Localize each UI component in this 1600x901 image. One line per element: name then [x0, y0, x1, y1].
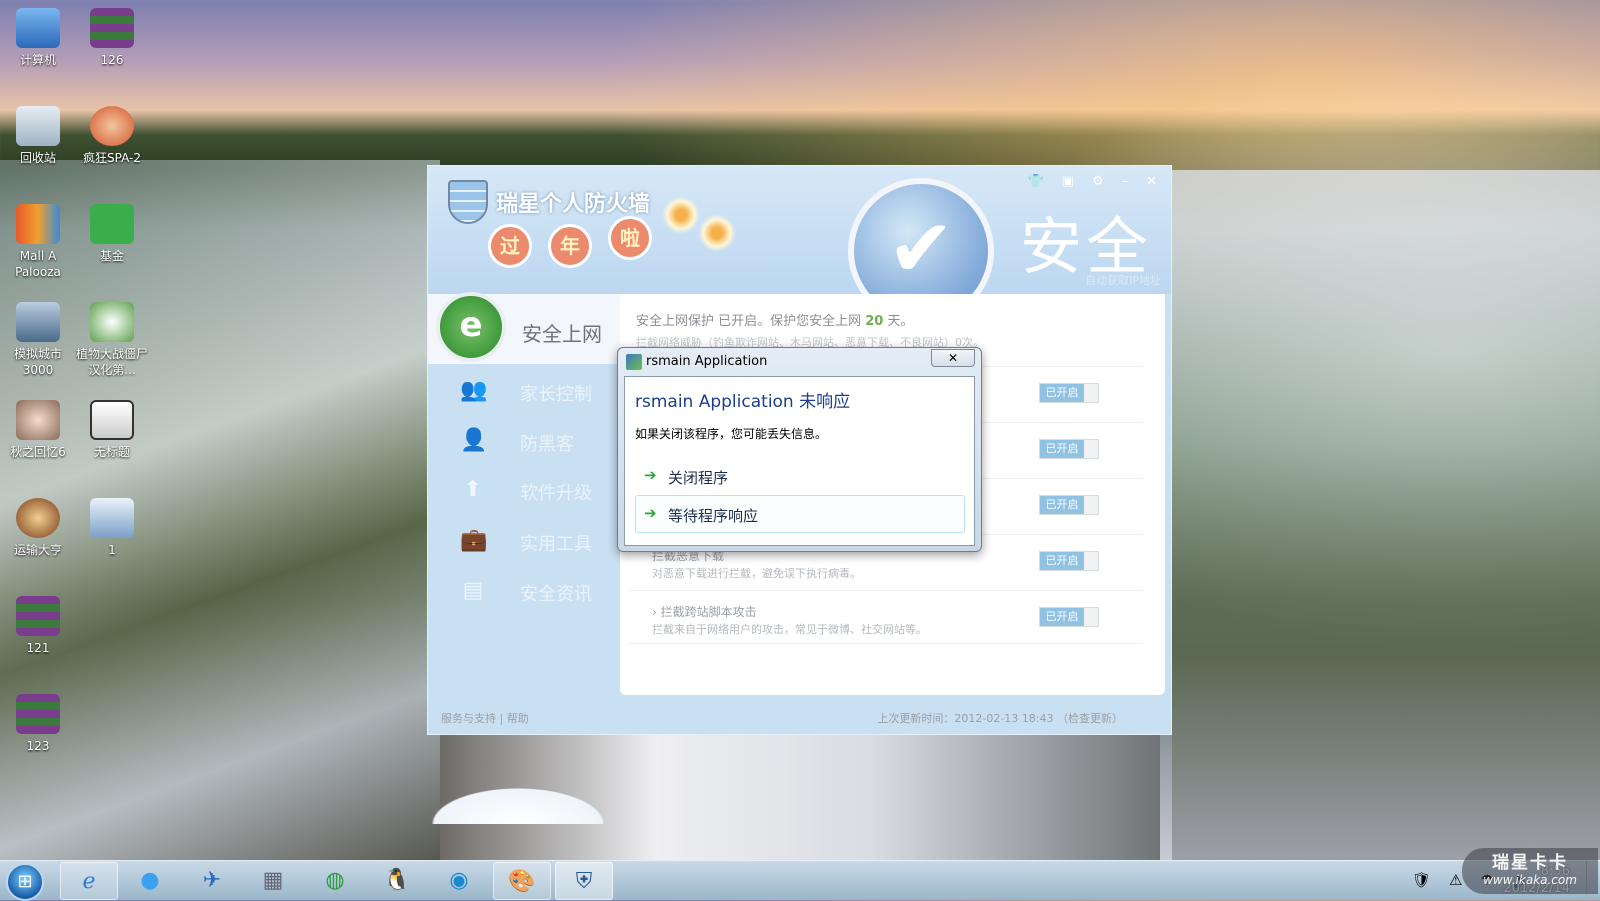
rising-shield-tray-icon[interactable]: 🛡 — [1412, 871, 1431, 889]
wait-program-button[interactable]: ➔ 等待程序响应 — [635, 495, 965, 533]
spreadsheet-icon — [90, 204, 134, 244]
window-controls: 👕 ▣ ⚙ – ✕ — [1027, 174, 1157, 189]
hacker-icon: 👤 — [460, 428, 488, 453]
firewall-nav: e 安全上网 👥 家长控制 👤 防黑客 ⬆ 软件升级 💼 实用工具 ▤ 安全资讯 — [428, 292, 628, 824]
nav-tools[interactable]: 💼 实用工具 — [428, 518, 620, 566]
desktop-icon-pvz[interactable]: 植物大战僵尸 汉化第... — [74, 302, 150, 378]
protection-status: 安全上网保护 已开启。保护您安全上网 20 天。 — [636, 314, 914, 329]
toggle-switch[interactable]: 已开启 — [1039, 383, 1099, 403]
start-button[interactable]: ⊞ — [6, 863, 44, 901]
nav-parental-control[interactable]: 👥 家长控制 — [428, 368, 620, 416]
snowman-decoration — [428, 724, 628, 824]
umbrella-tray-icon[interactable]: ☂ — [1481, 871, 1494, 889]
archive-icon — [90, 8, 134, 48]
game-icon — [16, 302, 60, 342]
lantern: 过 — [488, 224, 532, 268]
taskbar-qq-icon[interactable]: 🐧 — [368, 862, 426, 900]
dialog-close-button[interactable]: ✕ — [931, 349, 975, 367]
desktop-icon-untitled[interactable]: 无标题 — [74, 400, 150, 460]
arrow-right-icon: ➔ — [644, 466, 657, 484]
ip-note[interactable]: 自动获取IP地址 — [1085, 272, 1161, 288]
desktop-icon-simcity[interactable]: 模拟城市 3000 — [0, 302, 76, 378]
support-link[interactable]: 服务与支持 — [441, 712, 496, 725]
document-icon: ▤ — [462, 578, 484, 603]
toggle-switch[interactable]: 已开启 — [1039, 495, 1099, 515]
lantern: 年 — [548, 224, 592, 268]
desktop-icon-spa[interactable]: 疯狂SPA-2 — [74, 106, 150, 166]
taskbar-paint-icon[interactable]: 🎨 — [493, 862, 551, 900]
users-icon: 👥 — [460, 378, 488, 403]
taskbar-ie-icon[interactable]: ℯ — [60, 862, 118, 900]
taskbar-globe-icon[interactable]: ◍ — [306, 862, 364, 900]
taskbar-firewall-icon[interactable]: ⛨ — [555, 862, 613, 900]
show-desktop-button[interactable] — [1586, 861, 1600, 901]
minimize-icon[interactable]: – — [1122, 174, 1129, 189]
desktop-icon-recycle-bin[interactable]: 回收站 — [0, 106, 76, 166]
lantern: 啦 — [608, 216, 652, 260]
desktop-icon-computer[interactable]: 计算机 — [0, 8, 76, 68]
desktop-icon-126[interactable]: 126 — [74, 8, 150, 68]
toggle-switch[interactable]: 已开启 — [1039, 439, 1099, 459]
image-icon — [90, 400, 134, 440]
ie-shield-icon: e — [436, 292, 506, 362]
network-warning-icon[interactable]: ⚠ — [1449, 871, 1462, 889]
firewall-shield-logo-icon — [448, 180, 488, 224]
gear-icon[interactable]: ⚙ — [1092, 174, 1104, 189]
menu-icon[interactable]: ▣ — [1062, 174, 1074, 189]
arrow-up-icon: ⬆ — [463, 477, 483, 502]
wallpaper-mist — [1172, 170, 1600, 860]
firework-icon — [662, 196, 700, 234]
desktop-icon-1[interactable]: 1 — [74, 498, 150, 558]
taskbar-bird-icon[interactable]: ✈ — [183, 862, 241, 900]
toggle-switch[interactable]: 已开启 — [1039, 551, 1099, 571]
firework-icon — [698, 214, 736, 252]
nav-upgrade[interactable]: ⬆ 软件升级 — [428, 467, 620, 515]
firewall-header: 瑞星个人防火墙 过 年 啦 ✔ 安全 自动获取IP地址 👕 ▣ ⚙ – ✕ — [428, 166, 1171, 324]
nav-anti-hacker[interactable]: 👤 防黑客 — [428, 418, 620, 466]
toggle-switch[interactable]: 已开启 — [1039, 607, 1099, 627]
game-icon — [90, 106, 134, 146]
desktop-icon-121[interactable]: 121 — [0, 596, 76, 656]
dialog-heading: rsmain Application 未响应 — [635, 392, 851, 412]
dialog-message: 如果关闭该程序，您可能丢失信息。 — [635, 427, 828, 441]
clock[interactable]: 8:56 2012/2/14 — [1503, 863, 1570, 897]
row-chevron[interactable]: › 拦截跨站脚本攻击 — [652, 603, 757, 620]
taskbar-media-icon[interactable]: ◉ — [430, 862, 488, 900]
not-responding-dialog: rsmain Application ✕ rsmain Application … — [617, 347, 982, 552]
game-icon — [90, 302, 134, 342]
recycle-bin-icon — [16, 106, 60, 146]
dialog-title: rsmain Application — [646, 354, 768, 369]
footer-links: 服务与支持 | 帮助 — [441, 712, 529, 725]
close-icon[interactable]: ✕ — [1146, 174, 1157, 189]
computer-icon — [16, 8, 60, 48]
protection-row-xss: › 拦截跨站脚本攻击 拦截来自于网络用户的攻击，常见于微博、社交网站等。 已开启 — [628, 590, 1143, 644]
dialog-body: rsmain Application 未响应 如果关闭该程序，您可能丢失信息。 … — [624, 376, 975, 546]
firewall-brand: 瑞星个人防火墙 — [496, 192, 651, 217]
archive-icon — [16, 694, 60, 734]
game-icon — [16, 400, 60, 440]
desktop-icon-123[interactable]: 123 — [0, 694, 76, 754]
skin-icon[interactable]: 👕 — [1027, 174, 1043, 189]
desktop-icon-mall[interactable]: Mall A Palooza — [0, 204, 76, 280]
app-icon — [626, 354, 642, 370]
desktop-icon-transport[interactable]: 运输大亨 — [0, 498, 76, 558]
archive-icon — [16, 596, 60, 636]
toolbox-icon: 💼 — [460, 528, 488, 553]
game-icon — [16, 498, 60, 538]
nav-security-news[interactable]: ▤ 安全资讯 — [428, 568, 620, 616]
nav-safe-browsing[interactable]: e 安全上网 — [428, 292, 620, 364]
desktop-icon-memories[interactable]: 秋之回忆6 — [0, 400, 76, 460]
arrow-right-icon: ➔ — [644, 504, 657, 522]
protection-days: 20 — [865, 314, 884, 329]
image-icon — [90, 498, 134, 538]
taskbar: ⊞ ℯ ● ✈ ▦ ◍ 🐧 ◉ 🎨 ⛨ 🛡 ⚠ ☂ 🔈 8:56 2012/2/1… — [0, 860, 1600, 901]
taskbar-messenger-icon[interactable]: ● — [121, 862, 179, 900]
check-update-link[interactable]: （检查更新） — [1057, 712, 1123, 725]
help-link[interactable]: 帮助 — [507, 712, 529, 725]
game-icon — [16, 204, 60, 244]
desktop-icon-fund[interactable]: 基金 — [74, 204, 150, 264]
close-program-button[interactable]: ➔ 关闭程序 — [635, 457, 965, 495]
taskbar-calculator-icon[interactable]: ▦ — [244, 862, 302, 900]
update-info: 上次更新时间：2012-02-13 18:43 （检查更新） — [877, 712, 1123, 725]
